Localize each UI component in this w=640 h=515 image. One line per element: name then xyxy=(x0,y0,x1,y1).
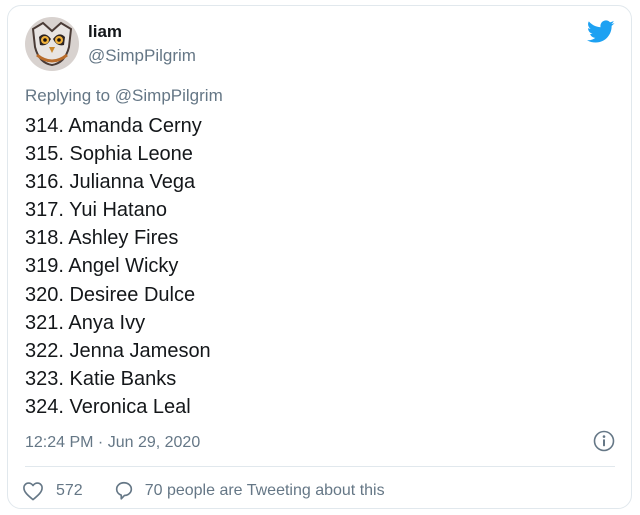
replying-to-label: Replying to xyxy=(25,86,111,105)
speech-bubble-icon xyxy=(113,480,135,502)
tweet-text: 314. Amanda Cerny 315. Sophia Leone 316.… xyxy=(25,112,211,421)
like-button[interactable]: 572 xyxy=(22,481,113,501)
twitter-bird-icon[interactable] xyxy=(586,20,615,44)
like-count: 572 xyxy=(56,482,83,499)
heart-icon xyxy=(22,481,44,501)
tweet-line: 320. Desiree Dulce xyxy=(25,283,196,306)
owl-avatar-image xyxy=(25,17,79,71)
tweet-line: 321. Anya Ivy xyxy=(25,311,146,334)
reply-mention-link[interactable]: @SimpPilgrim xyxy=(115,86,223,105)
tweet-card: liam @SimpPilgrim Replying to @SimpPilgr… xyxy=(7,5,632,509)
tweet-line: 319. Angel Wicky xyxy=(25,255,179,278)
tweet-line: 316. Julianna Vega xyxy=(25,171,196,194)
tweet-line: 324. Veronica Leal xyxy=(25,395,191,418)
avatar[interactable] xyxy=(25,17,79,71)
tweet-line: 314. Amanda Cerny xyxy=(25,115,202,137)
tweeting-about-link[interactable]: 70 people are Tweeting about this xyxy=(113,480,385,502)
tweet-line: 322. Jenna Jameson xyxy=(25,339,211,362)
tweeting-about-text: 70 people are Tweeting about this xyxy=(144,482,385,499)
author-display-name[interactable]: liam xyxy=(88,22,122,42)
tweet-line: 318. Ashley Fires xyxy=(25,227,179,250)
tweet-timestamp[interactable]: 12:24 PM · Jun 29, 2020 xyxy=(25,433,200,453)
divider xyxy=(25,466,615,467)
author-handle[interactable]: @SimpPilgrim xyxy=(88,46,196,66)
tweet-line: 315. Sophia Leone xyxy=(25,143,193,166)
tweet-actions: 572 70 people are Tweeting about this xyxy=(22,480,385,502)
replying-to-line: Replying to @SimpPilgrim xyxy=(25,86,223,106)
info-icon[interactable] xyxy=(593,430,615,452)
tweet-line: 323. Katie Banks xyxy=(25,367,177,390)
tweet-line: 317. Yui Hatano xyxy=(25,199,167,222)
